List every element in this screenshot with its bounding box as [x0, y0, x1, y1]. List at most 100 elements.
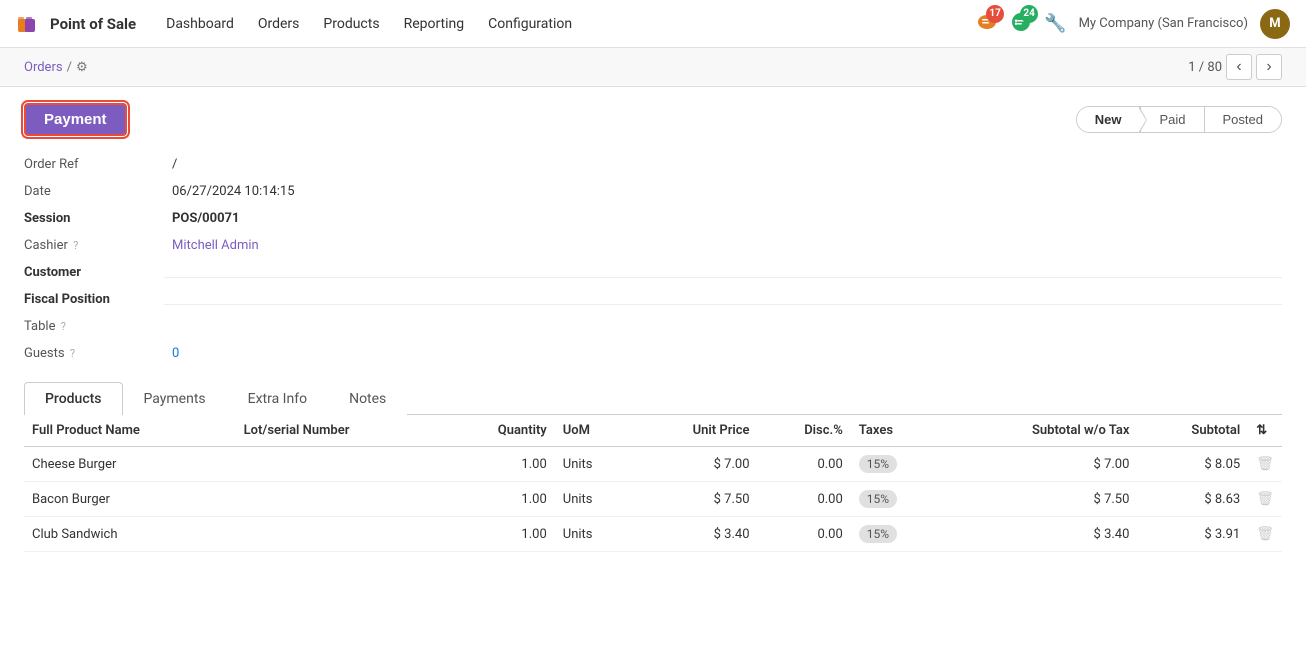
col-unit-price: Unit Price — [633, 415, 758, 447]
tab-products[interactable]: Products — [24, 382, 123, 415]
col-lot-serial: Lot/serial Number — [236, 415, 444, 447]
payment-button[interactable]: Payment — [24, 103, 127, 136]
delete-row-icon-0[interactable]: 🗑 — [1256, 456, 1274, 472]
top-right-actions: 17 24 🔧 My Company (San Francisco) M — [976, 9, 1290, 39]
tabs: Products Payments Extra Info Notes — [24, 382, 1282, 415]
settings-wrench-icon[interactable]: 🔧 — [1044, 13, 1066, 34]
cell-tax-2: 15% — [851, 517, 944, 552]
table-row: Cheese Burger 1.00 Units $ 7.00 0.00 15%… — [24, 447, 1282, 482]
cell-qty-2: 1.00 — [444, 517, 555, 552]
company-name: My Company (San Francisco) — [1079, 16, 1248, 31]
app-name: Point of Sale — [50, 15, 136, 33]
date-label: Date — [24, 179, 164, 204]
breadcrumb-orders[interactable]: Orders — [24, 60, 63, 75]
tab-payments[interactable]: Payments — [123, 382, 227, 415]
col-actions[interactable]: ⇅ — [1248, 415, 1282, 447]
order-ref-label: Order Ref — [24, 152, 164, 177]
menu-reporting[interactable]: Reporting — [394, 12, 475, 36]
app-logo[interactable]: Point of Sale — [16, 14, 136, 34]
cell-uom-0: Units — [555, 447, 633, 482]
cell-subtotal-1: $ 8.63 — [1137, 482, 1248, 517]
cell-lot-0 — [236, 447, 444, 482]
cell-subtotal-0: $ 8.05 — [1137, 447, 1248, 482]
cell-subtotal-wo-tax-2: $ 3.40 — [944, 517, 1138, 552]
messages-badge: 17 — [986, 5, 1004, 23]
cell-unit-price-1: $ 7.50 — [633, 482, 758, 517]
breadcrumb-separator: / — [67, 60, 72, 75]
cell-uom-2: Units — [555, 517, 633, 552]
col-uom: UoM — [555, 415, 633, 447]
cashier-label: Cashier ? — [24, 233, 164, 258]
order-ref-value: / — [164, 152, 1282, 177]
status-new[interactable]: New — [1077, 107, 1141, 132]
customer-value[interactable] — [164, 267, 1282, 278]
activities-icon[interactable]: 24 — [1010, 11, 1032, 37]
cell-tax-0: 15% — [851, 447, 944, 482]
table-row: Bacon Burger 1.00 Units $ 7.50 0.00 15% … — [24, 482, 1282, 517]
pagination-prev[interactable]: ‹ — [1226, 54, 1252, 80]
table-label: Table ? — [24, 314, 164, 339]
tab-extra-info[interactable]: Extra Info — [227, 382, 328, 415]
delete-row-icon-1[interactable]: 🗑 — [1256, 491, 1274, 507]
pagination: 1 / 80 ‹ › — [1188, 54, 1282, 80]
col-subtotal-wo-tax: Subtotal w/o Tax — [944, 415, 1138, 447]
col-full-product-name: Full Product Name — [24, 415, 236, 447]
cell-product-name-0: Cheese Burger — [24, 447, 236, 482]
cell-subtotal-2: $ 3.91 — [1137, 517, 1248, 552]
cell-tax-1: 15% — [851, 482, 944, 517]
col-subtotal: Subtotal — [1137, 415, 1248, 447]
cell-qty-1: 1.00 — [444, 482, 555, 517]
menu-configuration[interactable]: Configuration — [478, 12, 582, 36]
menu-products[interactable]: Products — [313, 12, 389, 36]
cell-disc-1: 0.00 — [758, 482, 851, 517]
cell-product-name-1: Bacon Burger — [24, 482, 236, 517]
col-taxes: Taxes — [851, 415, 944, 447]
status-paid[interactable]: Paid — [1140, 107, 1204, 132]
main-content: Payment New Paid Posted Order Ref / Date… — [0, 87, 1306, 568]
products-table: Full Product Name Lot/serial Number Quan… — [24, 415, 1282, 552]
status-posted[interactable]: Posted — [1205, 107, 1281, 132]
cell-subtotal-wo-tax-0: $ 7.00 — [944, 447, 1138, 482]
cell-subtotal-wo-tax-1: $ 7.50 — [944, 482, 1138, 517]
main-menu: Dashboard Orders Products Reporting Conf… — [156, 12, 582, 36]
cashier-help-icon[interactable]: ? — [73, 239, 78, 252]
cashier-value[interactable]: Mitchell Admin — [164, 233, 1282, 258]
tab-notes[interactable]: Notes — [328, 382, 407, 415]
delete-row-icon-2[interactable]: 🗑 — [1256, 526, 1274, 542]
cell-unit-price-2: $ 3.40 — [633, 517, 758, 552]
guests-value[interactable]: 0 — [164, 341, 1282, 366]
col-quantity: Quantity — [444, 415, 555, 447]
menu-dashboard[interactable]: Dashboard — [156, 12, 244, 36]
order-form: Order Ref / Date 06/27/2024 10:14:15 Ses… — [24, 152, 1282, 366]
breadcrumb: Orders / ⚙ — [24, 60, 88, 75]
messages-icon[interactable]: 17 — [976, 11, 998, 37]
cell-product-name-2: Club Sandwich — [24, 517, 236, 552]
cell-qty-0: 1.00 — [444, 447, 555, 482]
customer-label: Customer — [24, 260, 164, 285]
activities-badge: 24 — [1020, 5, 1038, 23]
cell-delete-2[interactable]: 🗑 — [1248, 517, 1282, 552]
status-buttons: New Paid Posted — [1076, 106, 1282, 133]
table-help-icon[interactable]: ? — [61, 320, 66, 333]
cell-lot-2 — [236, 517, 444, 552]
toolbar: Payment New Paid Posted — [24, 103, 1282, 136]
date-value: 06/27/2024 10:14:15 — [164, 179, 1282, 204]
cell-unit-price-0: $ 7.00 — [633, 447, 758, 482]
cell-delete-1[interactable]: 🗑 — [1248, 482, 1282, 517]
avatar[interactable]: M — [1260, 9, 1290, 39]
fiscal-position-value[interactable] — [164, 294, 1282, 305]
menu-orders[interactable]: Orders — [248, 12, 310, 36]
session-label: Session — [24, 206, 164, 231]
guests-label: Guests ? — [24, 341, 164, 366]
breadcrumb-gear-icon[interactable]: ⚙ — [76, 60, 88, 75]
breadcrumb-bar: Orders / ⚙ 1 / 80 ‹ › — [0, 48, 1306, 87]
pagination-next[interactable]: › — [1256, 54, 1282, 80]
cell-lot-1 — [236, 482, 444, 517]
guests-help-icon[interactable]: ? — [70, 347, 75, 360]
cell-delete-0[interactable]: 🗑 — [1248, 447, 1282, 482]
fiscal-position-label: Fiscal Position — [24, 287, 164, 312]
table-value[interactable] — [164, 322, 1282, 332]
cell-disc-0: 0.00 — [758, 447, 851, 482]
top-navigation: Point of Sale Dashboard Orders Products … — [0, 0, 1306, 48]
col-disc: Disc.% — [758, 415, 851, 447]
